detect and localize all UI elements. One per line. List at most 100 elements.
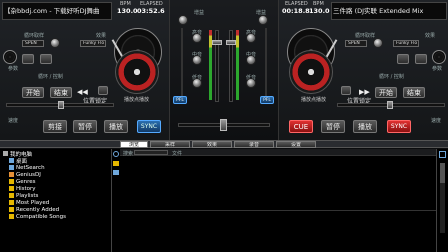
- left-loop-select[interactable]: SPEN: [22, 40, 44, 47]
- most-played-icon: [9, 200, 14, 205]
- left-start-button[interactable]: 开始: [22, 87, 44, 98]
- right-elapsed-value: 00:18.8: [282, 7, 310, 15]
- left-platter[interactable]: [3, 50, 17, 64]
- tab-effects[interactable]: 效果: [192, 141, 232, 148]
- tree-item-label: History: [16, 185, 36, 192]
- tree-item[interactable]: Compatible Songs: [3, 213, 111, 220]
- right-effect-select[interactable]: Funky Flo: [393, 40, 419, 47]
- history-icon: [9, 186, 14, 191]
- left-loop-label: 循环取样: [24, 33, 45, 39]
- left-lock-button[interactable]: [98, 86, 108, 95]
- tree-item[interactable]: Recently Added: [3, 206, 111, 213]
- right-start-button[interactable]: 开始: [375, 87, 397, 98]
- left-volume-track: [181, 28, 183, 96]
- playlist-icon[interactable]: [113, 170, 119, 175]
- right-scroll-panel: [436, 149, 448, 252]
- right-low-knob[interactable]: [246, 78, 256, 88]
- left-params-button-2[interactable]: [40, 54, 52, 64]
- search-input[interactable]: [134, 150, 168, 155]
- tab-browse[interactable]: 浏览: [120, 141, 148, 148]
- left-mid-knob[interactable]: [192, 55, 202, 65]
- tab-samples[interactable]: 采样: [150, 141, 190, 148]
- left-end-button[interactable]: 结束: [50, 87, 72, 98]
- right-volume-track: [265, 28, 267, 96]
- files-label: 文件: [172, 151, 183, 157]
- tree-item-label: NetSearch: [16, 164, 45, 171]
- folder-tree: 我的电脑 桌面 NetSearch GeniusDJ Genres History Play…: [0, 149, 112, 252]
- genres-icon: [9, 179, 14, 184]
- tree-item[interactable]: Playlists: [3, 192, 111, 199]
- left-loop-knob[interactable]: [50, 38, 60, 48]
- left-bpm-value: 130.0: [117, 7, 138, 15]
- right-params-button-2[interactable]: [415, 54, 427, 64]
- left-jog-wheel[interactable]: [115, 50, 159, 94]
- left-channel-fader[interactable]: [212, 40, 222, 45]
- right-end-button[interactable]: 结束: [403, 87, 425, 98]
- right-forward-icon[interactable]: ▶▶: [359, 88, 370, 97]
- tab-config[interactable]: 设置: [276, 141, 316, 148]
- right-cue-points-label: 播放点播放: [301, 97, 327, 103]
- crossfader-handle[interactable]: [220, 119, 227, 131]
- side-icon-column: [112, 149, 120, 252]
- right-high-knob[interactable]: [246, 33, 256, 43]
- right-gain-knob[interactable]: [258, 15, 268, 25]
- right-bpm-value: 130.0: [309, 7, 330, 15]
- computer-icon: [3, 151, 8, 156]
- left-pitch-handle[interactable]: [58, 101, 64, 109]
- tree-item[interactable]: NetSearch: [3, 164, 111, 171]
- left-cue-button[interactable]: 剪接: [43, 120, 67, 133]
- scrollbar-thumb[interactable]: [440, 163, 445, 183]
- left-deck-title: 【杂bbdj.com - 下载好听DJ舞曲: [4, 7, 100, 15]
- right-platter[interactable]: [432, 50, 446, 64]
- right-sync-button[interactable]: SYNC: [387, 120, 411, 133]
- right-pitch-handle[interactable]: [387, 101, 393, 109]
- tree-item[interactable]: Genres: [3, 178, 111, 185]
- tree-item[interactable]: Most Played: [3, 199, 111, 206]
- right-cue-button[interactable]: CUE: [289, 120, 313, 133]
- left-params-button[interactable]: [22, 54, 34, 64]
- right-loop-knob[interactable]: [373, 38, 383, 48]
- recently-added-icon: [9, 207, 14, 212]
- tree-item[interactable]: GeniusDJ: [3, 171, 111, 178]
- right-params-button[interactable]: [397, 54, 409, 64]
- right-loop-ctrl-label: 循环 / 控制: [379, 74, 404, 80]
- right-deck-title: 三件路 (DJ实联 Extended Mix: [333, 7, 424, 15]
- left-pfl-button[interactable]: PFL: [173, 96, 187, 104]
- left-effect-select[interactable]: Funky Flo: [80, 40, 106, 47]
- tree-item-label: Most Played: [16, 199, 50, 206]
- left-gain-knob[interactable]: [178, 15, 188, 25]
- browser-tabs: 浏览 采样 效果 录音 设置: [120, 141, 380, 148]
- search-icon[interactable]: [113, 151, 119, 157]
- left-high-knob[interactable]: [192, 33, 202, 43]
- tree-item-label: Playlists: [16, 192, 39, 199]
- right-loop-select[interactable]: SPEN: [345, 40, 367, 47]
- right-pause-button[interactable]: 暂停: [321, 120, 345, 133]
- left-low-knob[interactable]: [192, 78, 202, 88]
- right-mid-knob[interactable]: [246, 55, 256, 65]
- tree-item-label: Genres: [16, 178, 36, 185]
- right-channel-fader[interactable]: [226, 40, 236, 45]
- right-deck: ELAPSED BPM 00:18.8 130.0 三件路 (DJ实联 Exte…: [278, 0, 448, 140]
- left-sync-button[interactable]: SYNC: [137, 120, 161, 133]
- tree-item[interactable]: History: [3, 185, 111, 192]
- mixer: 增益 增益 高音 高音 中音 中音 低音 低音 PFL PFL: [170, 0, 278, 140]
- left-play-button[interactable]: 播放: [104, 120, 128, 133]
- add-icon[interactable]: [439, 151, 446, 158]
- folder-tree-list: 我的电脑 桌面 NetSearch GeniusDJ Genres History Play…: [3, 150, 111, 220]
- left-params-label: 参数: [8, 66, 19, 72]
- right-pfl-button[interactable]: PFL: [260, 96, 274, 104]
- folder-icon[interactable]: [113, 161, 119, 166]
- left-loop-ctrl-label: 循环 / 控制: [38, 74, 63, 80]
- file-list-divider: [120, 210, 436, 211]
- left-pause-button[interactable]: 暂停: [73, 120, 97, 133]
- right-jog-wheel[interactable]: [289, 50, 333, 94]
- tree-item-label: Recently Added: [16, 206, 60, 213]
- right-lock-button[interactable]: [341, 86, 351, 95]
- mixer-gain-label-left: 增益: [194, 10, 205, 16]
- browser-tabs-bar: 浏览 采样 效果 录音 设置: [0, 140, 448, 148]
- tree-item[interactable]: 桌面: [3, 157, 111, 165]
- right-loop-label: 循环取样: [355, 33, 376, 39]
- right-play-button[interactable]: 播放: [353, 120, 377, 133]
- right-params-label: 参数: [432, 66, 443, 72]
- tab-record[interactable]: 录音: [234, 141, 274, 148]
